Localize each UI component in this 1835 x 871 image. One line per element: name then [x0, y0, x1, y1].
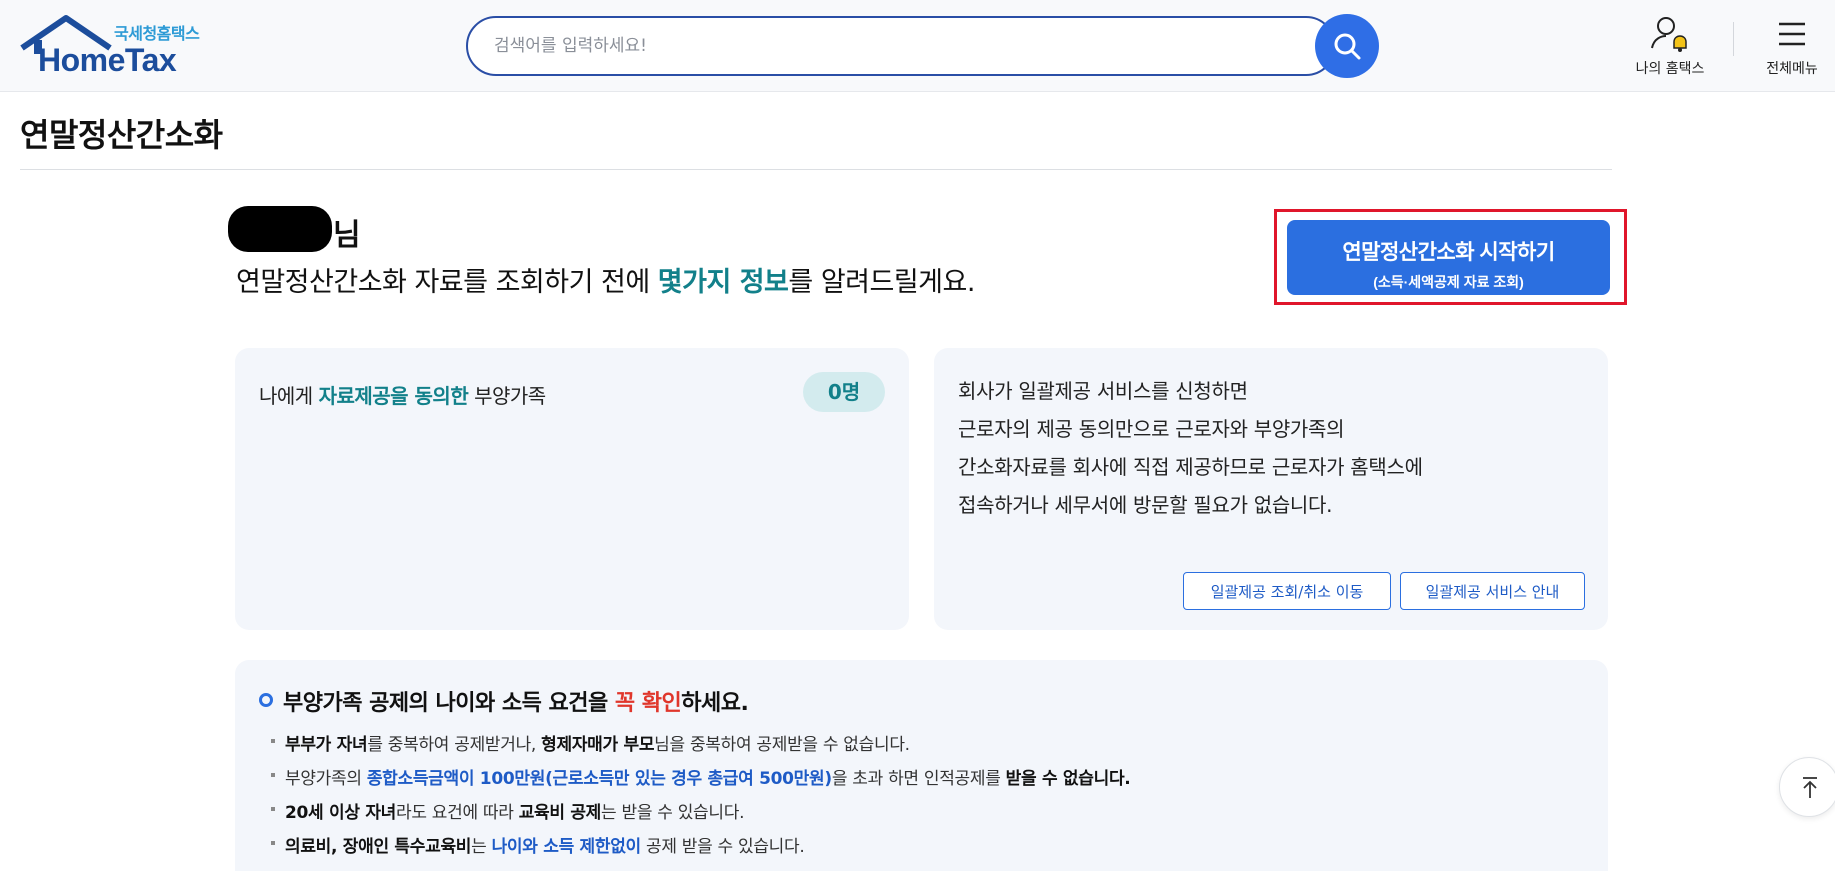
- hamburger-icon: [1779, 22, 1805, 46]
- notice-text: 라도 요건에 따라: [396, 803, 519, 823]
- logo-subtitle: 국세청홈택스: [114, 24, 200, 43]
- arrow-up-icon: [1803, 777, 1817, 798]
- notice-text: 는 받을 수 있습니다.: [601, 803, 745, 823]
- list-item: 20세 이상 자녀라도 요건에 따라 교육비 공제는 받을 수 있습니다.: [271, 796, 1130, 830]
- notice-bold: 20세 이상 자녀: [285, 803, 396, 823]
- notice-text: 님을 중복하여 공제받을 수 없습니다.: [654, 735, 910, 755]
- notice-bold: 교육비 공제: [518, 803, 602, 823]
- bulk-provision-description: 회사가 일괄제공 서비스를 신청하면 근로자의 제공 동의만으로 근로자와 부양…: [958, 372, 1423, 524]
- hometax-logo[interactable]: 국세청홈택스 HomeTax: [20, 14, 220, 78]
- page-title: 연말정산간소화: [20, 116, 223, 154]
- notice-blue: 나이와 소득 제한없이: [491, 837, 642, 857]
- notice-text: 는: [471, 837, 492, 857]
- list-item: 부양가족의 종합소득금액이 100만원(근로소득만 있는 경우 총급여 500만…: [271, 762, 1131, 796]
- all-menu-label: 전체메뉴: [1766, 61, 1818, 77]
- intro-pre: 연말정산간소화 자료를 조회하기 전에: [236, 267, 658, 298]
- header-divider: [1733, 22, 1734, 56]
- intro-highlight: 몇가지 정보: [657, 267, 789, 298]
- list-item: 의료비, 장애인 특수교육비는 나이와 소득 제한없이 공제 받을 수 있습니다…: [271, 830, 1130, 864]
- scroll-to-top-button[interactable]: [1779, 757, 1835, 817]
- consent-label-post: 부양가족: [468, 384, 546, 408]
- consent-dependents-label: 나에게 자료제공을 동의한 부양가족: [259, 380, 546, 409]
- search-icon: [1334, 33, 1361, 60]
- square-bullet-icon: [271, 807, 275, 811]
- my-hometax-label: 나의 홈택스: [1635, 61, 1705, 77]
- list-item: 부부가 자녀를 중복하여 공제받거나, 형제자매가 부모님을 중복하여 공제받을…: [271, 728, 1130, 762]
- notice-list: 부부가 자녀를 중복하여 공제받거나, 형제자매가 부모님을 중복하여 공제받을…: [271, 728, 1131, 864]
- search-input[interactable]: [494, 31, 1254, 61]
- notice-blue: 종합소득금액이 100만원(근로소득만 있는 경우 총급여 500만원): [366, 769, 832, 789]
- bulk-desc-line: 접속하거나 세무서에 방문할 필요가 없습니다.: [958, 493, 1333, 517]
- ring-bullet-icon: [259, 693, 273, 707]
- search-button[interactable]: [1315, 14, 1379, 78]
- notice-text: 공제 받을 수 있습니다.: [640, 837, 805, 857]
- notice-head-pre: 부양가족 공제의 나이와 소득 요건을: [283, 691, 615, 716]
- intro-text: 연말정산간소화 자료를 조회하기 전에 몇가지 정보를 알려드릴게요.: [236, 260, 975, 299]
- bulk-desc-line: 회사가 일괄제공 서비스를 신청하면: [958, 379, 1248, 403]
- consent-count-badge: 0명: [803, 372, 885, 412]
- notice-bold: 의료비, 장애인 특수교육비: [285, 837, 472, 857]
- search-box: [466, 16, 1336, 76]
- top-header: 국세청홈택스 HomeTax 나의 홈택스 전체메뉴: [0, 0, 1835, 92]
- square-bullet-icon: [271, 773, 275, 777]
- bulk-lookup-cancel-button[interactable]: 일괄제공 조회/취소 이동: [1183, 572, 1391, 610]
- consent-label-highlight: 자료제공을 동의한: [318, 384, 469, 408]
- user-bell-icon: [1651, 17, 1687, 52]
- notice-bold: 받을 수 없습니다.: [1005, 769, 1131, 789]
- notice-text: 를 중복하여 공제받거나,: [367, 735, 542, 755]
- bulk-desc-line: 근로자의 제공 동의만으로 근로자와 부양가족의: [958, 417, 1345, 441]
- consent-dependents-card: 나에게 자료제공을 동의한 부양가족 0명: [235, 348, 909, 630]
- user-name-suffix: 님: [333, 218, 361, 253]
- my-hometax-link[interactable]: 나의 홈택스: [1620, 14, 1720, 78]
- notice-heading: 부양가족 공제의 나이와 소득 요건을 꼭 확인하세요.: [283, 685, 749, 717]
- title-divider: [20, 169, 1612, 170]
- notice-bold: 부부가 자녀: [285, 735, 368, 755]
- notice-text: 부양가족의: [285, 769, 367, 789]
- notice-head-red: 꼭 확인: [614, 691, 682, 716]
- notice-head-post: 하세요.: [681, 691, 749, 716]
- bulk-service-guide-button[interactable]: 일괄제공 서비스 안내: [1400, 572, 1585, 610]
- start-button-sublabel: (소득·세액공제 자료 조회): [1373, 273, 1524, 290]
- square-bullet-icon: [271, 841, 275, 845]
- notice-bold: 형제자매가 부모: [541, 735, 655, 755]
- start-button-label: 연말정산간소화 시작하기: [1342, 240, 1555, 264]
- square-bullet-icon: [271, 739, 275, 743]
- redacted-user-name: [228, 206, 332, 252]
- bulk-desc-line: 간소화자료를 회사에 직접 제공하므로 근로자가 홈택스에: [958, 455, 1423, 479]
- logo-title: HomeTax: [38, 42, 177, 78]
- dependent-requirements-notice: 부양가족 공제의 나이와 소득 요건을 꼭 확인하세요. 부부가 자녀를 중복하…: [235, 660, 1608, 871]
- consent-label-pre: 나에게: [259, 384, 319, 408]
- intro-post: 를 알려드릴게요.: [788, 267, 975, 298]
- all-menu-link[interactable]: 전체메뉴: [1752, 14, 1832, 78]
- notice-text: 을 초과 하면 인적공제를: [831, 769, 1006, 789]
- start-year-end-settlement-button[interactable]: 연말정산간소화 시작하기 (소득·세액공제 자료 조회): [1287, 220, 1610, 295]
